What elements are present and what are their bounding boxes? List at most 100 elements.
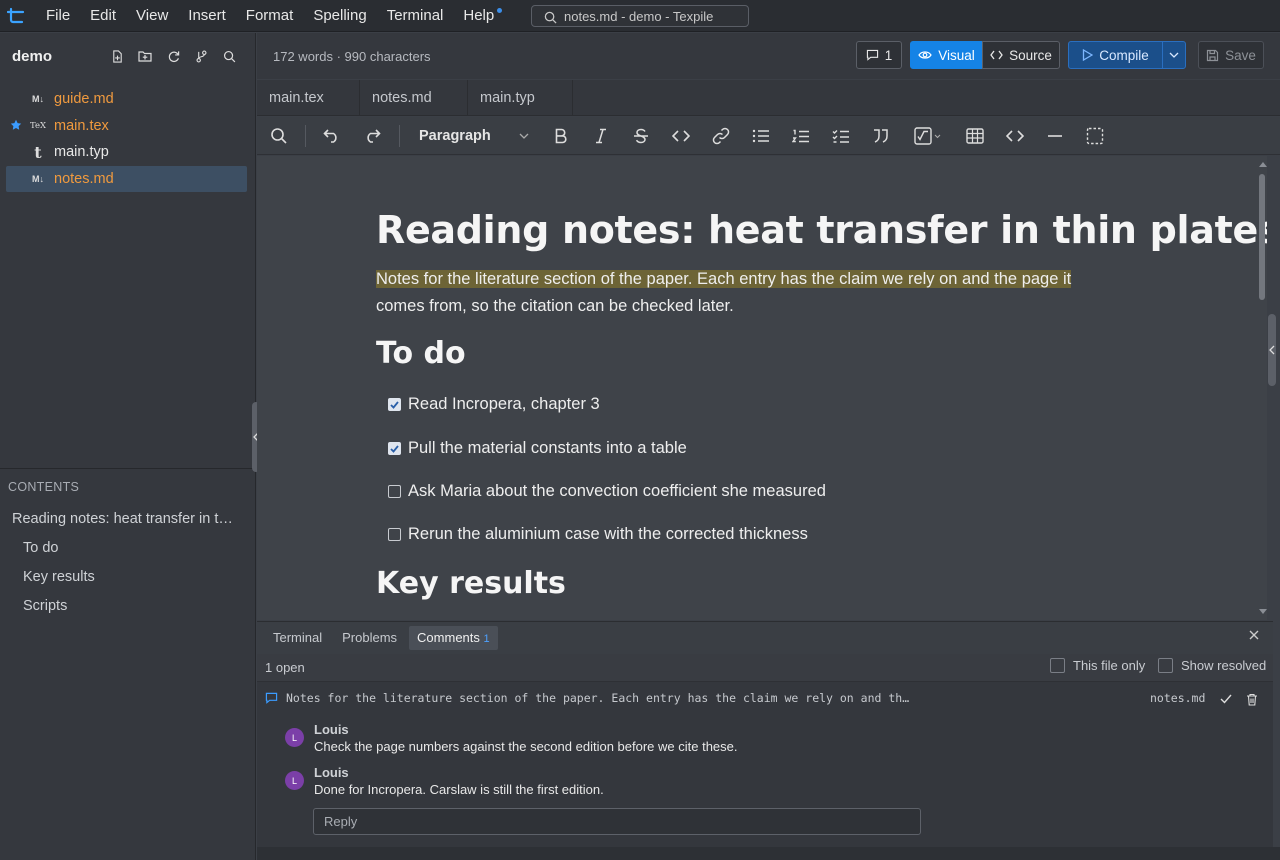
new-file-button[interactable] xyxy=(103,42,131,70)
task-checkbox[interactable] xyxy=(388,528,401,541)
app-logo-icon[interactable] xyxy=(0,0,32,32)
new-file-icon xyxy=(112,49,122,63)
commented-highlight[interactable]: Notes for the literature section of the … xyxy=(376,270,1072,288)
menu-edit[interactable]: Edit xyxy=(80,0,126,32)
reply-input[interactable]: Reply xyxy=(313,808,921,835)
source-label: Source xyxy=(1009,47,1052,63)
comment-thread-header[interactable]: Notes for the literature section of the … xyxy=(257,683,1273,713)
toolbar-separator xyxy=(305,125,306,147)
toc-item[interactable]: Key results xyxy=(0,563,256,592)
italic-button[interactable] xyxy=(587,122,615,150)
source-mode-button[interactable]: Source xyxy=(982,41,1060,69)
compile-options-button[interactable] xyxy=(1162,41,1186,69)
menu-file[interactable]: File xyxy=(36,0,80,32)
menu-spelling[interactable]: Spelling xyxy=(303,0,376,32)
menu-view[interactable]: View xyxy=(126,0,178,32)
blockquote-button[interactable] xyxy=(867,122,895,150)
paragraph-style-select[interactable]: Paragraph xyxy=(419,122,529,150)
task-checkbox[interactable] xyxy=(388,485,401,498)
file-main-tex[interactable]: TeX main.tex xyxy=(6,113,247,140)
status-bar xyxy=(257,847,1280,860)
redo-icon xyxy=(367,129,381,143)
task-checkbox[interactable] xyxy=(388,398,401,411)
editor-topbar: 172 words · 990 characters 1 Visual Sour… xyxy=(257,33,1280,79)
sidebar-divider xyxy=(0,468,256,469)
chevron-down-icon xyxy=(1169,52,1179,58)
toc-item[interactable]: Reading notes: heat transfer in thin pla… xyxy=(0,505,256,534)
toc-item[interactable]: Scripts xyxy=(0,592,256,621)
search-icon xyxy=(544,11,557,24)
menu-terminal[interactable]: Terminal xyxy=(377,0,454,32)
square-root-icon xyxy=(913,127,932,145)
link-button[interactable] xyxy=(707,122,735,150)
comment-text: Check the page numbers against the secon… xyxy=(314,739,738,754)
select-block-button[interactable] xyxy=(1081,122,1109,150)
checkbox[interactable] xyxy=(1050,658,1065,673)
menu-help[interactable]: Help xyxy=(453,0,504,32)
code-block-button[interactable] xyxy=(1001,122,1029,150)
save-button[interactable]: Save xyxy=(1198,41,1264,69)
new-folder-button[interactable] xyxy=(131,42,159,70)
project-name: demo xyxy=(12,47,53,65)
sidebar-search-button[interactable] xyxy=(215,42,243,70)
trash-icon[interactable] xyxy=(1246,693,1258,706)
command-search[interactable]: notes.md - demo - Texpile xyxy=(531,5,749,27)
bullet-list-button[interactable] xyxy=(747,122,775,150)
right-panel-handle[interactable] xyxy=(1268,314,1276,386)
task-item: Ask Maria about the convection coefficie… xyxy=(388,482,826,501)
strikethrough-icon xyxy=(634,128,648,144)
visual-mode-button[interactable]: Visual xyxy=(910,41,983,69)
redo-button[interactable] xyxy=(358,122,386,150)
file-main-typ[interactable]: t main.typ xyxy=(6,139,247,166)
find-button[interactable] xyxy=(265,122,293,150)
scroll-up-icon[interactable] xyxy=(1258,160,1268,168)
checkbox[interactable] xyxy=(1158,658,1173,673)
document-editor[interactable]: Reading notes: heat transfer in thin pla… xyxy=(257,156,1267,620)
tab-problems[interactable]: Problems xyxy=(334,626,405,650)
heading-to-do: To do xyxy=(376,336,466,371)
resolve-check-icon[interactable] xyxy=(1220,694,1232,704)
comment-reply: L Louis Check the page numbers against t… xyxy=(285,722,738,756)
table-button[interactable] xyxy=(961,122,989,150)
filter-show-resolved[interactable]: Show resolved xyxy=(1158,658,1266,673)
refresh-button[interactable] xyxy=(159,42,187,70)
math-button[interactable] xyxy=(909,122,945,150)
menu-insert[interactable]: Insert xyxy=(178,0,236,32)
compile-button[interactable]: Compile xyxy=(1068,41,1163,69)
inline-code-button[interactable] xyxy=(667,122,695,150)
scrollbar-thumb[interactable] xyxy=(1259,174,1265,300)
bold-button[interactable] xyxy=(547,122,575,150)
task-text: Read Incropera, chapter 3 xyxy=(408,395,600,413)
filter-this-file[interactable]: This file only xyxy=(1050,658,1145,673)
strikethrough-button[interactable] xyxy=(627,122,655,150)
undo-button[interactable] xyxy=(318,122,346,150)
play-icon xyxy=(1083,49,1094,61)
git-branch-button[interactable] xyxy=(187,42,215,70)
menu-format[interactable]: Format xyxy=(236,0,304,32)
search-icon xyxy=(271,128,287,144)
tab-main-typ[interactable]: main.typ xyxy=(468,80,573,116)
refresh-icon xyxy=(168,50,179,62)
task-checkbox[interactable] xyxy=(388,442,401,455)
tab-comments[interactable]: Comments 1 xyxy=(409,626,498,650)
scroll-down-icon[interactable] xyxy=(1258,608,1268,616)
update-dot-icon xyxy=(497,7,503,13)
chevron-left-icon xyxy=(1269,345,1275,355)
file-guide-md[interactable]: M↓ guide.md xyxy=(6,86,247,113)
editor-scrollbar[interactable] xyxy=(1258,156,1270,620)
toc-item[interactable]: To do xyxy=(0,534,256,563)
numbered-list-button[interactable] xyxy=(787,122,815,150)
task-list-button[interactable] xyxy=(827,122,855,150)
panel-tabs: Terminal Problems Comments 1 xyxy=(257,622,1273,654)
star-icon[interactable] xyxy=(10,119,22,131)
close-icon[interactable] xyxy=(1249,630,1259,640)
comments-button[interactable]: 1 xyxy=(856,41,902,69)
check-icon xyxy=(390,400,399,409)
file-notes-md[interactable]: M↓ notes.md xyxy=(6,165,247,192)
comment-file: notes.md xyxy=(1150,691,1206,705)
tab-notes-md[interactable]: notes.md xyxy=(360,80,468,116)
horizontal-rule-button[interactable] xyxy=(1041,122,1069,150)
tab-terminal[interactable]: Terminal xyxy=(265,626,330,650)
tab-main-tex[interactable]: main.tex xyxy=(257,80,360,116)
file-tree: M↓ guide.md TeX main.tex t main.typ M↓ n… xyxy=(6,86,247,192)
